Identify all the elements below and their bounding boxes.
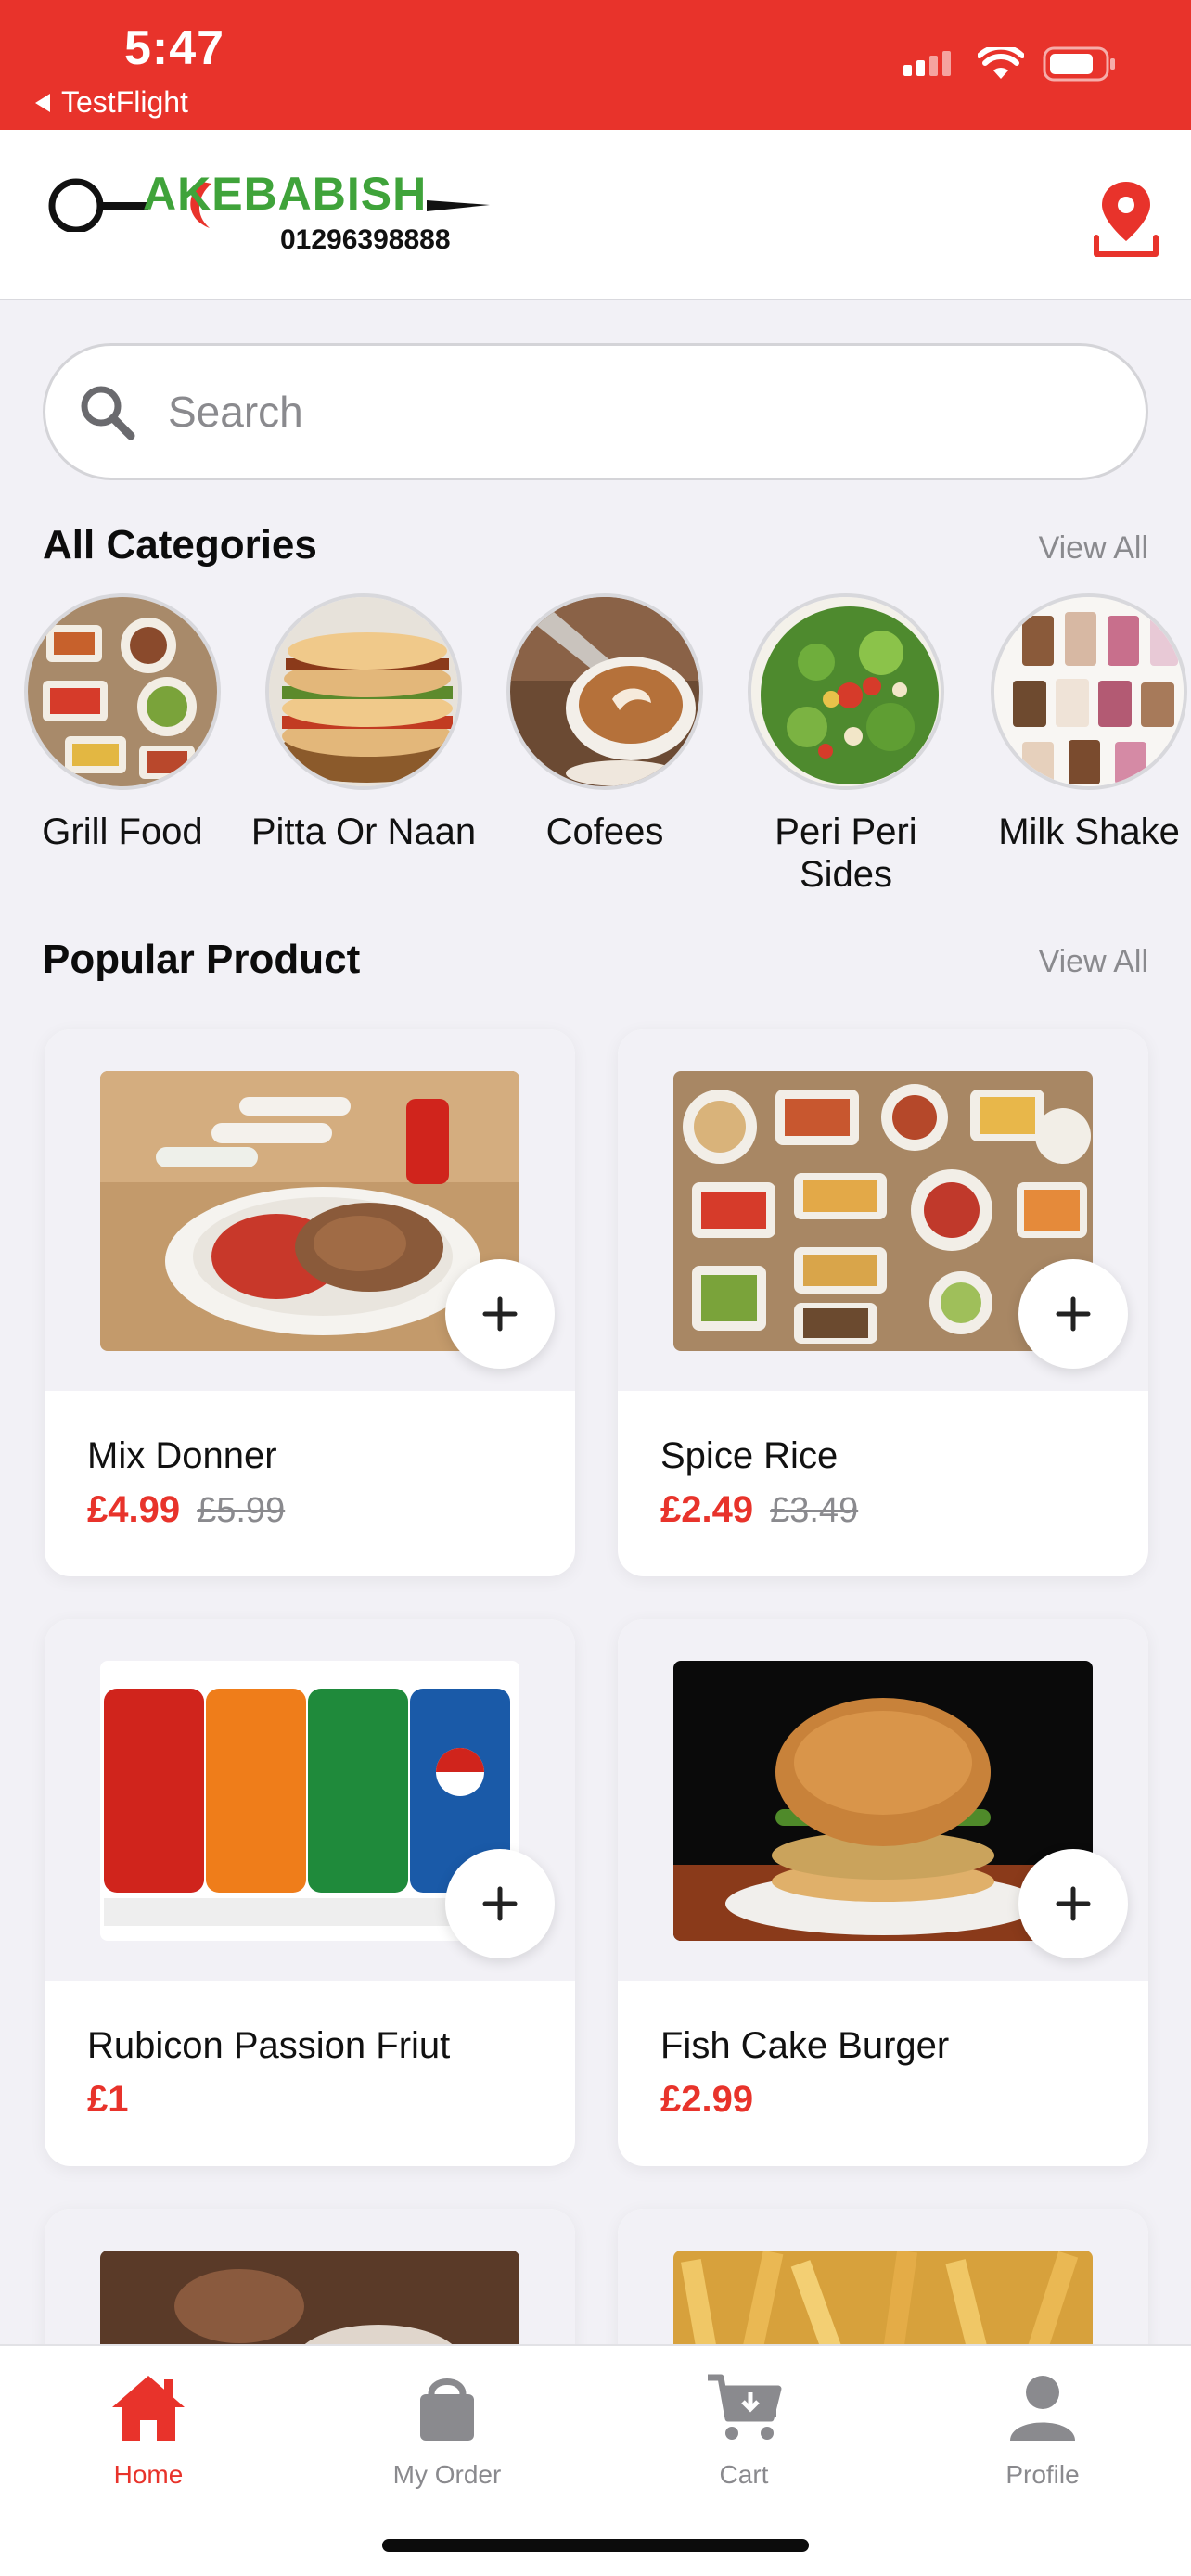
category-pitta-or-naan[interactable]: Pitta Or Naan — [243, 593, 484, 853]
categories-view-all-link[interactable]: View All — [1039, 530, 1148, 567]
category-label: Cofees — [545, 811, 664, 852]
popular-title: Popular Product — [43, 937, 361, 982]
product-prices: £4.99 £5.99 — [87, 1489, 285, 1531]
back-app-label: TestFlight — [61, 85, 188, 119]
product-name: Mix Donner — [87, 1435, 277, 1476]
product-image-area — [618, 1029, 1148, 1391]
product-card[interactable]: Fish Cake Burger £2.99 — [618, 1619, 1148, 2166]
location-button[interactable] — [1089, 176, 1163, 260]
category-image — [748, 593, 944, 790]
product-price: £4.99 — [87, 1489, 181, 1530]
category-label: Peri Peri Sides — [775, 811, 917, 895]
category-label: Pitta Or Naan — [250, 811, 477, 852]
product-name: Spice Rice — [660, 1435, 839, 1476]
category-image — [265, 593, 462, 790]
category-image — [24, 593, 221, 790]
product-prices: £1 — [87, 2079, 129, 2121]
search-bar[interactable] — [43, 343, 1148, 480]
plus-icon — [1056, 1296, 1091, 1332]
product-price: £2.99 — [660, 2079, 754, 2120]
bag-icon — [420, 2378, 474, 2441]
cellular-signal-icon — [903, 51, 951, 76]
category-image — [506, 593, 703, 790]
brand-phone: 01296398888 — [280, 224, 451, 255]
category-peri-peri-sides[interactable]: Peri Peri Sides — [725, 593, 967, 896]
home-indicator[interactable] — [382, 2539, 809, 2552]
brand-name: AKEBABISH — [143, 168, 428, 220]
app-header: AKEBABISH 01296398888 — [0, 130, 1191, 300]
product-card[interactable]: Mix Donner £4.99 £5.99 — [45, 1029, 575, 1576]
status-time: 5:47 — [124, 21, 225, 75]
popular-view-all-link[interactable]: View All — [1039, 944, 1148, 980]
product-image-area — [45, 1619, 575, 1981]
nav-label: My Order — [392, 2460, 502, 2489]
product-image-area — [618, 1619, 1148, 1981]
product-old-price: £3.49 — [770, 1491, 859, 1530]
nav-label: Cart — [719, 2460, 769, 2489]
product-name: Fish Cake Burger — [660, 2025, 950, 2066]
product-prices: £2.49 £3.49 — [660, 1489, 858, 1531]
add-to-cart-button[interactable] — [1018, 1259, 1128, 1369]
battery-icon — [1043, 46, 1115, 82]
wifi-icon — [978, 47, 1024, 79]
plus-icon — [482, 1886, 518, 1921]
category-label: Milk Shake — [998, 811, 1180, 852]
plus-icon — [482, 1296, 518, 1332]
add-to-cart-button[interactable] — [445, 1259, 555, 1369]
plus-icon — [1056, 1886, 1091, 1921]
back-to-app-link[interactable]: TestFlight — [35, 85, 188, 120]
product-image-area — [45, 1029, 575, 1391]
product-card[interactable]: Rubicon Passion Friut £1 — [45, 1619, 575, 2166]
nav-cart[interactable]: Cart — [651, 2370, 837, 2490]
add-to-cart-button[interactable] — [1018, 1849, 1128, 1958]
product-name: Rubicon Passion Friut — [87, 2025, 451, 2066]
nav-label: Profile — [1005, 2460, 1080, 2489]
location-pin-icon — [1094, 182, 1159, 257]
product-prices: £2.99 — [660, 2079, 753, 2121]
nav-my-order[interactable]: My Order — [354, 2370, 540, 2490]
product-price: £2.49 — [660, 1489, 754, 1530]
product-price: £1 — [87, 2079, 129, 2120]
categories-title: All Categories — [43, 522, 317, 567]
nav-profile[interactable]: Profile — [950, 2370, 1135, 2490]
search-input[interactable] — [168, 387, 1003, 437]
search-icon — [81, 386, 135, 440]
brand-logo[interactable]: AKEBABISH 01296398888 — [46, 167, 492, 269]
cart-icon — [708, 2374, 782, 2440]
add-to-cart-button[interactable] — [445, 1849, 555, 1958]
product-card[interactable]: Spice Rice £2.49 £3.49 — [618, 1029, 1148, 1576]
category-milk-shake[interactable]: Milk Shake — [968, 593, 1191, 853]
category-cofees[interactable]: Cofees — [484, 593, 725, 853]
home-icon — [112, 2376, 185, 2441]
profile-icon — [1010, 2376, 1075, 2441]
category-label: Grill Food — [42, 811, 203, 852]
status-icons — [903, 46, 1117, 82]
product-old-price: £5.99 — [197, 1491, 286, 1530]
status-bar: 5:47 TestFlight — [0, 0, 1191, 130]
nav-home[interactable]: Home — [56, 2370, 241, 2490]
back-arrow-icon — [35, 93, 50, 112]
nav-label: Home — [113, 2460, 184, 2489]
categories-carousel[interactable]: Grill Food Pitta Or Naan Cofees Peri Per… — [0, 593, 1191, 899]
category-image — [991, 593, 1187, 790]
category-grill-food[interactable]: Grill Food — [2, 593, 243, 853]
